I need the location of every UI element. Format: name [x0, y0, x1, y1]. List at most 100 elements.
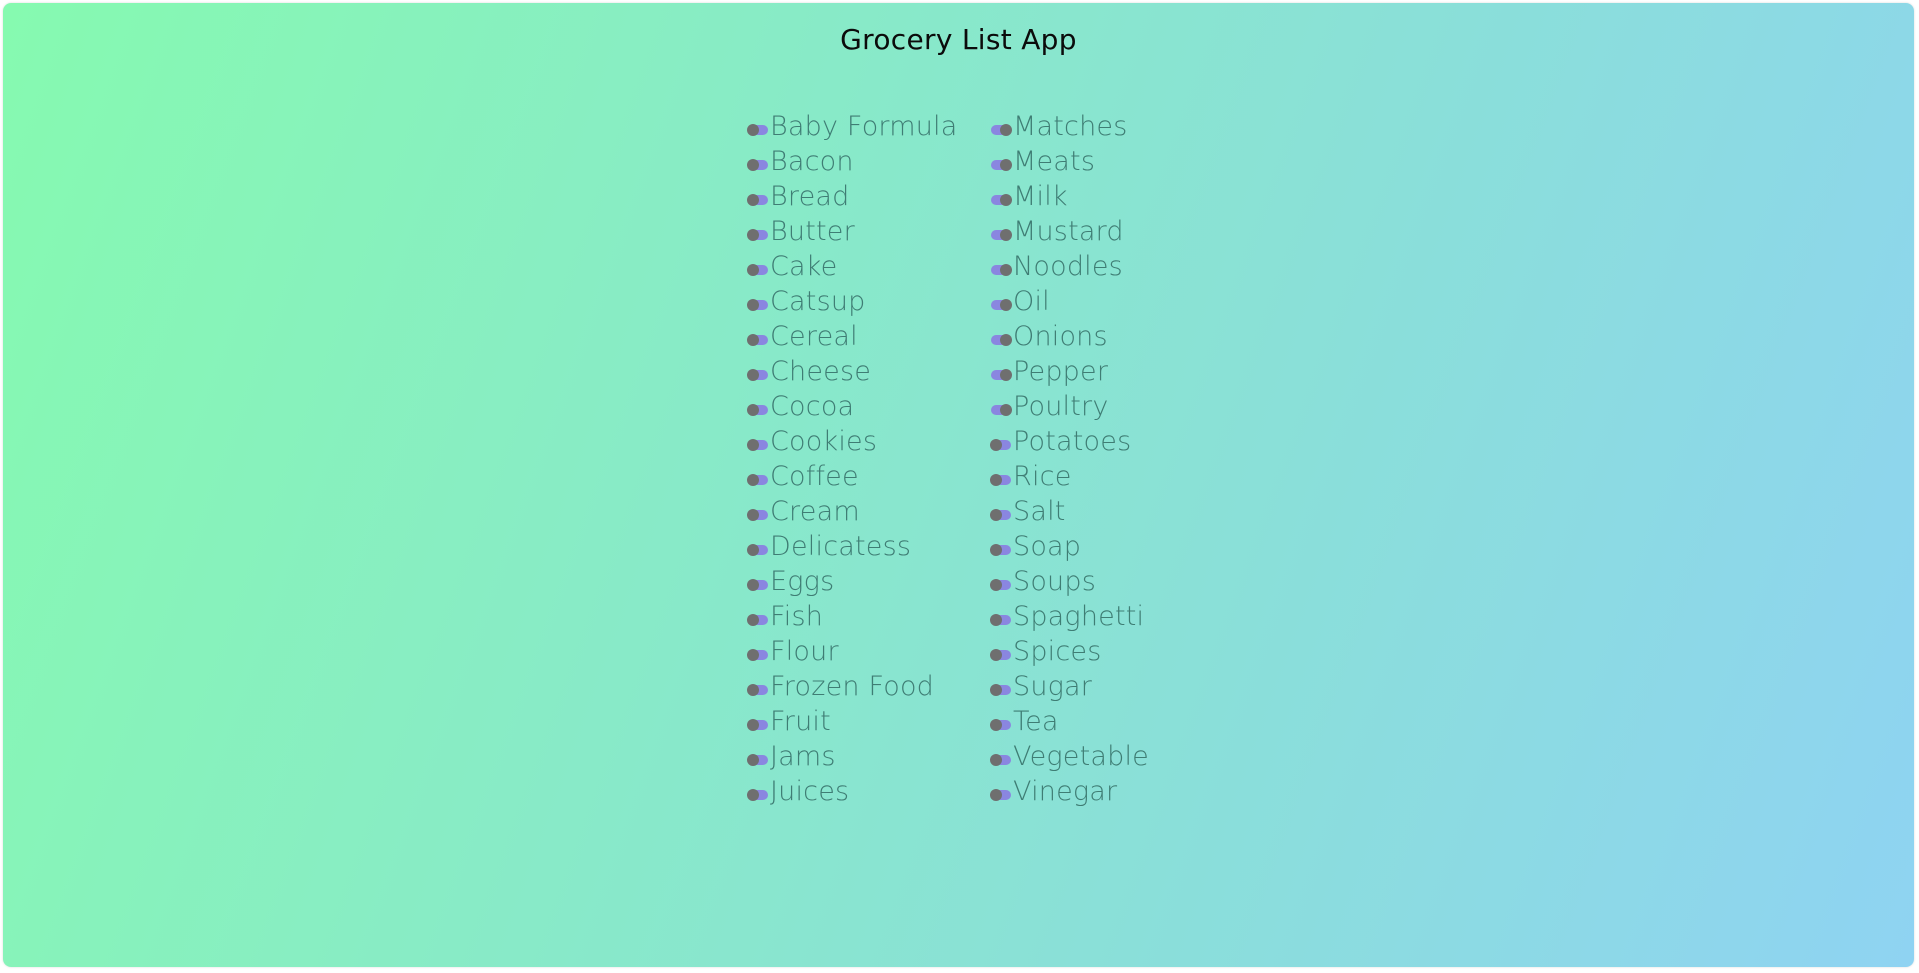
toggle-knob [990, 578, 1002, 591]
grocery-item[interactable]: Cheese [746, 354, 958, 389]
toggle-switch[interactable] [989, 753, 1013, 767]
toggle-switch[interactable] [746, 298, 770, 312]
grocery-item-label: Rice [1013, 461, 1072, 492]
grocery-item[interactable]: Sugar [989, 669, 1149, 704]
grocery-item[interactable]: Milk [989, 179, 1149, 214]
grocery-item[interactable]: Soap [989, 529, 1149, 564]
toggle-switch[interactable] [746, 158, 770, 172]
grocery-item-label: Meats [1013, 146, 1096, 177]
toggle-switch[interactable] [746, 543, 770, 557]
toggle-switch[interactable] [989, 193, 1013, 207]
grocery-item[interactable]: Tea [989, 704, 1149, 739]
toggle-switch[interactable] [989, 578, 1013, 592]
grocery-item[interactable]: Eggs [746, 564, 958, 599]
toggle-knob [747, 438, 759, 451]
grocery-item[interactable]: Baby Formula [746, 109, 958, 144]
grocery-item[interactable]: Bread [746, 179, 958, 214]
toggle-switch[interactable] [746, 683, 770, 697]
grocery-item[interactable]: Cake [746, 249, 958, 284]
grocery-item[interactable]: Frozen Food [746, 669, 958, 704]
toggle-switch[interactable] [989, 158, 1013, 172]
grocery-item[interactable]: Matches [989, 109, 1149, 144]
grocery-item-label: Tea [1013, 706, 1059, 737]
grocery-item[interactable]: Vinegar [989, 774, 1149, 809]
toggle-switch[interactable] [746, 333, 770, 347]
toggle-knob [747, 473, 759, 486]
toggle-knob [747, 228, 759, 241]
grocery-item[interactable]: Potatoes [989, 424, 1149, 459]
grocery-item[interactable]: Noodles [989, 249, 1149, 284]
grocery-item[interactable]: Poultry [989, 389, 1149, 424]
grocery-item-label: Spaghetti [1013, 601, 1145, 632]
grocery-item[interactable]: Mustard [989, 214, 1149, 249]
grocery-item[interactable]: Rice [989, 459, 1149, 494]
toggle-knob [990, 543, 1002, 556]
toggle-switch[interactable] [989, 263, 1013, 277]
grocery-item[interactable]: Flour [746, 634, 958, 669]
grocery-item[interactable]: Spaghetti [989, 599, 1149, 634]
grocery-item[interactable]: Vegetable [989, 739, 1149, 774]
toggle-switch[interactable] [989, 613, 1013, 627]
toggle-switch[interactable] [746, 648, 770, 662]
toggle-switch[interactable] [746, 368, 770, 382]
grocery-item-label: Cheese [770, 356, 872, 387]
toggle-switch[interactable] [746, 473, 770, 487]
toggle-knob [747, 368, 759, 381]
toggle-knob [747, 788, 759, 801]
toggle-knob [990, 788, 1002, 801]
grocery-item[interactable]: Cookies [746, 424, 958, 459]
toggle-switch[interactable] [746, 263, 770, 277]
grocery-item[interactable]: Soups [989, 564, 1149, 599]
grocery-item-label: Jams [770, 741, 836, 772]
toggle-switch[interactable] [989, 788, 1013, 802]
grocery-item[interactable]: Salt [989, 494, 1149, 529]
grocery-item[interactable]: Bacon [746, 144, 958, 179]
grocery-item[interactable]: Fruit [746, 704, 958, 739]
toggle-switch[interactable] [746, 788, 770, 802]
grocery-item[interactable]: Spices [989, 634, 1149, 669]
grocery-app: Grocery List App Baby Formula Bacon Bread B… [3, 3, 1914, 967]
toggle-switch[interactable] [746, 438, 770, 452]
grocery-item[interactable]: Delicatess [746, 529, 958, 564]
toggle-switch[interactable] [746, 718, 770, 732]
toggle-switch[interactable] [989, 543, 1013, 557]
toggle-knob [1000, 228, 1012, 241]
toggle-switch[interactable] [989, 718, 1013, 732]
grocery-item-label: Vegetable [1013, 741, 1149, 772]
toggle-switch[interactable] [746, 613, 770, 627]
toggle-switch[interactable] [989, 403, 1013, 417]
toggle-switch[interactable] [746, 193, 770, 207]
grocery-item[interactable]: Fish [746, 599, 958, 634]
grocery-item[interactable]: Catsup [746, 284, 958, 319]
grocery-item[interactable]: Butter [746, 214, 958, 249]
grocery-item[interactable]: Coffee [746, 459, 958, 494]
toggle-switch[interactable] [746, 123, 770, 137]
toggle-switch[interactable] [989, 648, 1013, 662]
toggle-switch[interactable] [989, 123, 1013, 137]
grocery-item[interactable]: Pepper [989, 354, 1149, 389]
toggle-switch[interactable] [989, 683, 1013, 697]
toggle-switch[interactable] [989, 508, 1013, 522]
toggle-switch[interactable] [989, 368, 1013, 382]
toggle-switch[interactable] [989, 333, 1013, 347]
grocery-item[interactable]: Onions [989, 319, 1149, 354]
grocery-item[interactable]: Cocoa [746, 389, 958, 424]
grocery-item-label: Fruit [770, 706, 831, 737]
toggle-switch[interactable] [746, 578, 770, 592]
toggle-knob [747, 543, 759, 556]
toggle-switch[interactable] [746, 228, 770, 242]
grocery-item[interactable]: Juices [746, 774, 958, 809]
grocery-item[interactable]: Meats [989, 144, 1149, 179]
toggle-knob [747, 263, 759, 276]
grocery-item[interactable]: Cream [746, 494, 958, 529]
toggle-switch[interactable] [746, 753, 770, 767]
toggle-switch[interactable] [989, 228, 1013, 242]
grocery-item[interactable]: Cereal [746, 319, 958, 354]
grocery-item[interactable]: Jams [746, 739, 958, 774]
toggle-switch[interactable] [989, 438, 1013, 452]
toggle-switch[interactable] [989, 298, 1013, 312]
toggle-switch[interactable] [746, 508, 770, 522]
toggle-switch[interactable] [746, 403, 770, 417]
toggle-switch[interactable] [989, 473, 1013, 487]
grocery-item[interactable]: Oil [989, 284, 1149, 319]
